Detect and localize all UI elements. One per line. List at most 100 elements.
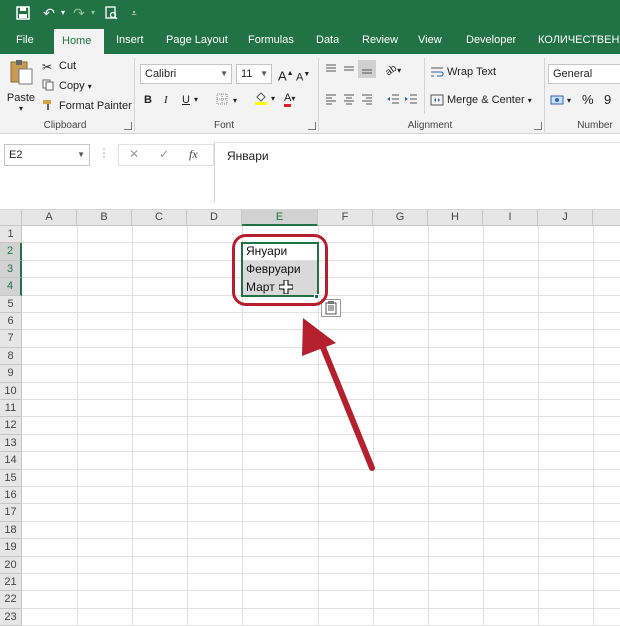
- merge-center-icon: [430, 93, 444, 107]
- save-icon[interactable]: [14, 3, 32, 23]
- orientation-icon: ab: [383, 62, 399, 79]
- font-launcher-icon[interactable]: [308, 122, 316, 130]
- align-center-icon: [344, 94, 354, 105]
- undo-icon[interactable]: ↶: [40, 3, 58, 23]
- formula-input[interactable]: Январи: [214, 142, 620, 202]
- tab-formulas[interactable]: Formulas: [240, 26, 302, 54]
- fill-color-button[interactable]: ▾: [254, 90, 275, 107]
- customize-qat-icon[interactable]: ⩡: [128, 3, 140, 23]
- orientation-button[interactable]: ab▾: [384, 62, 402, 79]
- paste-label: Paste: [6, 92, 36, 104]
- paintbrush-icon: [42, 99, 56, 113]
- number-group-label: Number: [577, 120, 613, 131]
- align-bottom-button[interactable]: [358, 60, 376, 78]
- percent-style-button[interactable]: %: [582, 92, 594, 108]
- font-color-button[interactable]: A▾: [284, 90, 295, 107]
- undo-dropdown-icon[interactable]: ▾: [58, 3, 68, 23]
- enter-icon[interactable]: ✓: [159, 147, 169, 161]
- borders-dropdown-icon: ▾: [233, 96, 238, 105]
- name-box[interactable]: E2 ▼: [4, 144, 90, 166]
- print-preview-icon[interactable]: [102, 3, 120, 23]
- tab-file[interactable]: File: [8, 26, 42, 54]
- align-middle-icon: [344, 66, 354, 71]
- tab-data[interactable]: Data: [308, 26, 347, 54]
- underline-dropdown-icon[interactable]: ▾: [194, 92, 198, 108]
- accounting-format-button[interactable]: ▾: [550, 92, 571, 109]
- format-painter-label: Format Painter: [59, 100, 132, 112]
- font-size-select[interactable]: 11 ▼: [236, 64, 272, 84]
- redo-icon[interactable]: ↷: [70, 3, 88, 23]
- font-group-label: Font: [213, 120, 234, 131]
- copy-dropdown-icon[interactable]: ▾: [88, 82, 92, 91]
- clipboard-launcher-icon[interactable]: [124, 122, 132, 130]
- underline-button[interactable]: U: [182, 92, 190, 108]
- font-size-value: 11: [241, 68, 253, 80]
- align-bottom-icon: [362, 69, 372, 74]
- merge-center-label: Merge & Center: [447, 94, 525, 106]
- fill-color-icon: [254, 91, 268, 106]
- paste-dropdown-icon[interactable]: ▾: [6, 105, 36, 113]
- borders-button[interactable]: ▾: [216, 92, 237, 109]
- align-left-icon: [326, 94, 336, 105]
- copy-label: Copy: [59, 80, 85, 92]
- merge-center-button[interactable]: Merge & Center ▾: [430, 92, 532, 109]
- grow-font-icon: A: [278, 68, 287, 84]
- paste-button[interactable]: Paste ▾: [6, 58, 36, 113]
- title-bar: ↶ ▾ ↷ ▾ ⩡: [0, 0, 620, 26]
- accounting-icon: [550, 93, 564, 107]
- format-painter-button[interactable]: Format Painter: [42, 98, 132, 114]
- formula-bar: E2 ▼ ⋮ ✕ ✓ fx Январи: [0, 134, 620, 210]
- ribbon-tabs: File Home Insert Page Layout Formulas Da…: [0, 26, 620, 54]
- divider: [544, 58, 545, 132]
- name-box-value: E2: [9, 149, 23, 161]
- shrink-font-button[interactable]: A▼: [296, 67, 310, 86]
- align-top-icon: [326, 64, 336, 72]
- tab-review[interactable]: Review: [354, 26, 406, 54]
- annotation-arrow: [302, 318, 375, 471]
- increase-indent-icon: [405, 94, 417, 104]
- tab-home[interactable]: Home: [54, 29, 104, 54]
- number-format-value: General: [553, 68, 593, 80]
- copy-icon: [42, 79, 56, 93]
- increase-indent-button[interactable]: [404, 92, 418, 111]
- redo-dropdown-icon[interactable]: ▾: [88, 3, 98, 23]
- align-right-icon: [362, 94, 372, 105]
- wrap-text-label: Wrap Text: [447, 66, 497, 78]
- align-left-button[interactable]: [324, 92, 338, 111]
- align-center-button[interactable]: [342, 92, 356, 111]
- bold-button[interactable]: B: [144, 92, 152, 108]
- chevron-down-icon: ▼: [220, 69, 228, 78]
- tab-view[interactable]: View: [410, 26, 450, 54]
- align-right-button[interactable]: [360, 92, 374, 111]
- divider: [424, 58, 425, 114]
- decrease-indent-icon: [387, 94, 399, 104]
- alignment-launcher-icon[interactable]: [534, 122, 542, 130]
- worksheet-grid[interactable]: A B C D E F G H I J 1 2 3 4 5 6 7 8 9 10 11 12 13 14 1…: [0, 210, 620, 626]
- number-format-select[interactable]: General: [548, 64, 620, 84]
- tab-developer[interactable]: Developer: [458, 26, 524, 54]
- cancel-icon[interactable]: ✕: [129, 147, 139, 161]
- align-top-button[interactable]: [324, 62, 338, 81]
- grow-font-button[interactable]: A▲: [278, 66, 294, 84]
- font-name-select[interactable]: Calibri ▼: [140, 64, 232, 84]
- scissors-icon: ✂: [42, 60, 53, 75]
- decrease-indent-button[interactable]: [386, 92, 400, 111]
- insert-function-icon[interactable]: fx: [189, 147, 198, 162]
- accounting-dropdown-icon: ▾: [567, 96, 572, 105]
- tab-custom[interactable]: КОЛИЧЕСТВЕНИ: [530, 26, 620, 54]
- borders-icon: [216, 93, 230, 107]
- merge-dropdown-icon: ▾: [527, 96, 532, 105]
- formula-bar-grip-icon[interactable]: ⋮: [98, 146, 110, 160]
- copy-button[interactable]: Copy ▾: [42, 78, 92, 95]
- formula-controls: ✕ ✓ fx: [118, 144, 214, 166]
- italic-button[interactable]: I: [164, 92, 168, 108]
- wrap-text-button[interactable]: Wrap Text: [430, 64, 496, 80]
- tab-page-layout[interactable]: Page Layout: [158, 26, 236, 54]
- clipboard-group-label: Clipboard: [43, 120, 87, 131]
- align-middle-button[interactable]: [342, 62, 356, 81]
- comma-style-button[interactable]: 9: [604, 92, 611, 108]
- fill-color-dropdown-icon: ▾: [271, 94, 276, 103]
- cut-button[interactable]: ✂ Cut: [42, 58, 76, 74]
- chevron-down-icon: ▼: [77, 150, 85, 159]
- tab-insert[interactable]: Insert: [108, 26, 152, 54]
